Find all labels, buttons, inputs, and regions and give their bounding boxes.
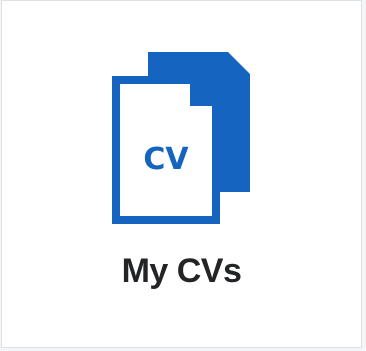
cv-icon-text: CV: [143, 142, 189, 177]
tile-label: My CVs: [121, 252, 242, 290]
cv-documents-icon: CV: [110, 46, 256, 224]
my-cvs-tile[interactable]: CV My CVs: [1, 0, 362, 348]
